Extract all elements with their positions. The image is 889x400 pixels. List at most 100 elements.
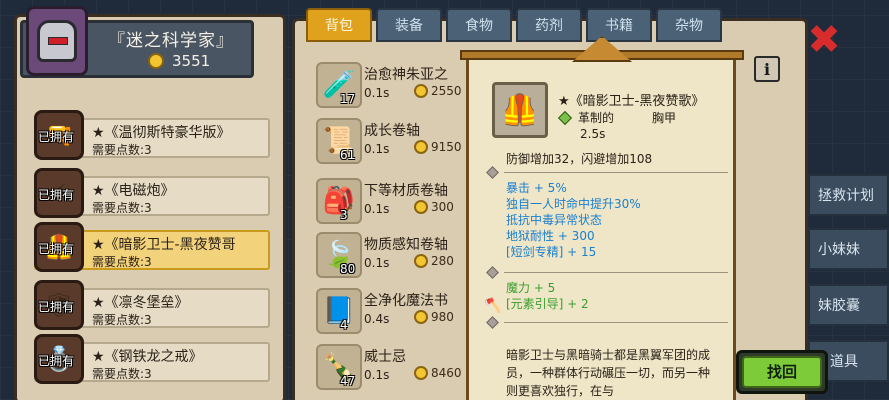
- base-stats: 防御增加32，闪避增加108: [506, 152, 653, 166]
- recipe-name: ★《暗影卫士-黑夜赞哥: [92, 237, 236, 253]
- stat-line: 暴击 + 5%: [506, 181, 567, 195]
- stat-line: 独自一人时命中提升30%: [506, 197, 641, 211]
- owned-badge: 已拥有: [38, 300, 75, 314]
- coin-icon: [414, 84, 428, 98]
- item-name: 成长卷轴: [364, 123, 420, 139]
- owned-badge: 已拥有: [38, 354, 75, 368]
- bonus-stats: 暴击 + 5% 独自一人时命中提升30% 抵抗中毒异常状态 地狱耐性 + 300…: [506, 180, 641, 260]
- lore-text: 暗影卫士与黑暗骑士都是黑翼军团的成员，一种群体行动碾压一切，而另一种则更喜欢独行…: [506, 348, 711, 398]
- item-price: 980: [414, 310, 454, 324]
- recipe-name: ★《电磁炮》: [92, 183, 175, 199]
- item-count: 61: [340, 148, 356, 162]
- diamond-icon: [486, 166, 499, 179]
- material-scroll-icon: 🎒: [316, 178, 362, 224]
- back-button-label: 找回: [742, 356, 822, 388]
- divider: [486, 316, 728, 329]
- material-label: 革制的: [578, 111, 615, 125]
- recipe-item[interactable]: 🛡 已拥有 ★《凛冬堡垒》 需要点数:3: [34, 280, 270, 330]
- stat-line: 抵抗中毒异常状态: [506, 213, 603, 227]
- magic-line: [元素引导] + 2: [506, 297, 589, 311]
- recipe-cost: 需要点数:3: [92, 313, 152, 327]
- magic-stats: 魔力 + 5 [元素引导] + 2: [506, 280, 589, 312]
- tab-equipment[interactable]: 装备: [376, 8, 442, 42]
- material-gem-icon: [557, 110, 573, 125]
- tooltip-frame: [460, 36, 744, 64]
- recipe-name: ★《钢铁龙之戒》: [92, 349, 203, 365]
- recipe-item[interactable]: 🔫 已拥有 ★《温彻斯特豪华版》 需要点数:3: [34, 110, 270, 160]
- item-price: 280: [414, 254, 454, 268]
- coin-icon: [414, 366, 428, 380]
- inventory-item[interactable]: 🍃 80 物质感知卷轴 0.1s 280: [312, 232, 482, 284]
- recipe-cost: 需要点数:3: [92, 201, 152, 215]
- item-name: 治愈神朱亚之: [364, 67, 448, 83]
- coin-balance: 3551: [148, 52, 210, 70]
- item-price: 8460: [414, 366, 462, 380]
- stat-line: [短剑专精] + 15: [506, 245, 597, 259]
- tab-backpack[interactable]: 背包: [306, 8, 372, 42]
- coin-icon: [414, 140, 428, 154]
- inventory-item[interactable]: 🎒 3 下等材质卷轴 0.1s 300: [312, 178, 482, 230]
- item-count: 80: [340, 262, 356, 276]
- inventory-item[interactable]: 🧪 17 治愈神朱亚之 0.1s 2550: [312, 62, 482, 114]
- item-time: 0.4s: [364, 312, 390, 326]
- item-name: 全净化魔法书: [364, 293, 448, 309]
- owned-badge: 已拥有: [38, 130, 75, 144]
- item-price: 300: [414, 200, 454, 214]
- frame-peak: [572, 36, 632, 62]
- item-price: 9150: [414, 140, 462, 154]
- armor-icon: 🦺: [492, 82, 548, 138]
- tooltip-meta: 革制的 胸甲: [557, 109, 677, 126]
- side-button-sister[interactable]: 小妹妹: [808, 228, 889, 270]
- diamond-icon: [486, 266, 499, 279]
- item-time: 0.1s: [364, 256, 390, 270]
- tooltip-time: 2.5s: [580, 127, 606, 141]
- item-name: 下等材质卷轴: [364, 183, 448, 199]
- item-count: 17: [340, 92, 356, 106]
- inventory-item[interactable]: 🍾 47 威士忌 0.1s 8460: [312, 344, 482, 396]
- back-button[interactable]: 找回: [736, 350, 828, 394]
- owned-badge: 已拥有: [38, 188, 75, 202]
- divider: [486, 166, 728, 179]
- avatar[interactable]: [26, 6, 88, 76]
- magic-line: 魔力 + 5: [506, 281, 556, 295]
- recipe-name: ★《温彻斯特豪华版》: [92, 125, 231, 141]
- coin-icon: [148, 53, 164, 69]
- coin-icon: [414, 200, 428, 214]
- item-count: 47: [340, 374, 356, 388]
- info-icon[interactable]: i: [754, 56, 780, 82]
- coin-icon: [414, 254, 428, 268]
- item-time: 0.1s: [364, 86, 390, 100]
- recipe-name: ★《凛冬堡垒》: [92, 295, 189, 311]
- item-count: 4: [340, 318, 348, 332]
- item-time: 0.1s: [364, 202, 390, 216]
- divider: [486, 266, 728, 279]
- item-name: 威士忌: [364, 349, 406, 365]
- item-price: 2550: [414, 84, 462, 98]
- recipe-item-selected[interactable]: 🦺 已拥有 ★《暗影卫士-黑夜赞哥 需要点数:3: [34, 222, 270, 272]
- recipe-cost: 需要点数:3: [92, 143, 152, 157]
- axe-icon: 🪓: [484, 298, 502, 314]
- coin-icon: [414, 310, 428, 324]
- side-button-capsule[interactable]: 妹胶囊: [808, 284, 889, 326]
- item-name: 物质感知卷轴: [364, 237, 448, 253]
- coin-count: 3551: [172, 52, 211, 70]
- tooltip-title: ★《暗影卫士-黑夜赞歌》: [558, 94, 705, 109]
- item-time: 0.1s: [364, 368, 390, 382]
- close-icon[interactable]: ✖: [806, 20, 842, 60]
- helmet-icon: [37, 20, 77, 62]
- inventory-item[interactable]: 📘 4 全净化魔法书 0.4s 980: [312, 288, 482, 340]
- recipe-cost: 需要点数:3: [92, 367, 152, 381]
- recipe-cost: 需要点数:3: [92, 255, 152, 269]
- slot-label: 胸甲: [652, 111, 677, 125]
- profile-title: 『迷之科学家』: [108, 31, 234, 51]
- item-time: 0.1s: [364, 142, 390, 156]
- spellbook-icon: 📘: [316, 288, 362, 334]
- stat-line: 地狱耐性 + 300: [506, 229, 595, 243]
- side-button-rescue[interactable]: 拯救计划: [808, 174, 889, 216]
- diamond-icon: [486, 316, 499, 329]
- item-count: 3: [340, 208, 348, 222]
- recipe-item[interactable]: ⚡ 已拥有 ★《电磁炮》 需要点数:3: [34, 168, 270, 218]
- recipe-item[interactable]: 💍 已拥有 ★《钢铁龙之戒》 需要点数:3: [34, 334, 270, 384]
- inventory-item[interactable]: 📜 61 成长卷轴 0.1s 9150: [312, 118, 482, 170]
- owned-badge: 已拥有: [38, 242, 75, 256]
